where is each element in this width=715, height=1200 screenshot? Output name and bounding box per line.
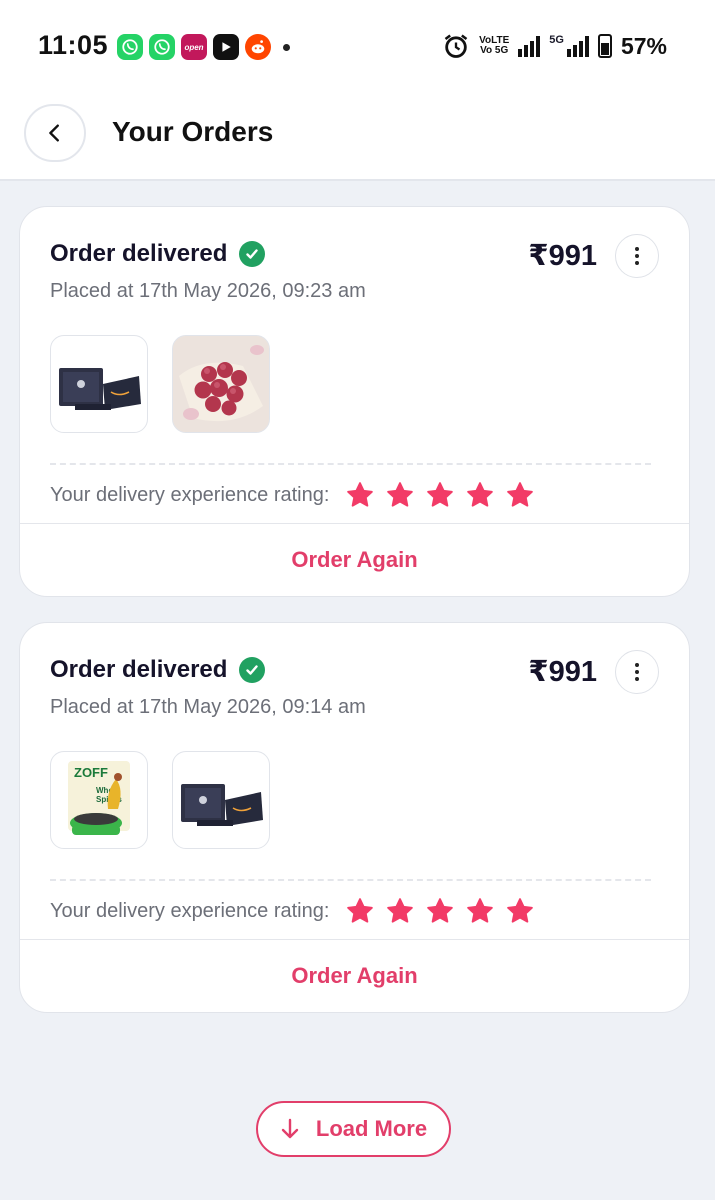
more-dot — [635, 677, 639, 681]
order-again-button[interactable]: Order Again — [20, 939, 689, 1012]
delivery-rating: Your delivery experience rating: — [50, 480, 535, 510]
more-options-button[interactable] — [615, 650, 659, 694]
status-time: 11:05 — [38, 30, 109, 60]
product-thumbnail-gift-card[interactable] — [172, 751, 270, 849]
order-card: Order delivered Placed at 17th May 2026,… — [19, 622, 690, 1013]
star-icon[interactable] — [505, 480, 535, 510]
alarm-icon — [444, 34, 468, 58]
star-icon[interactable] — [345, 896, 375, 926]
order-placed-date: Placed at 17th May 2026, 09:23 am — [50, 280, 366, 302]
status-bar: 11:05 open VoLTE Vo 5G 5G 57% — [0, 0, 715, 95]
more-dot — [635, 254, 639, 258]
more-dot — [635, 247, 639, 251]
star-icon[interactable] — [505, 896, 535, 926]
zoff-spices-pack-image: ZOFF Whole Spices — [68, 761, 130, 835]
divider — [50, 463, 651, 465]
product-thumbnail-gift-card[interactable] — [50, 335, 148, 433]
load-more-label: Load More — [315, 1116, 428, 1141]
star-icon[interactable] — [465, 480, 495, 510]
star-icon[interactable] — [385, 480, 415, 510]
rating-label: Your delivery experience rating: — [50, 899, 330, 922]
order-status: Order delivered — [50, 240, 266, 268]
page-title: Your Orders — [112, 116, 274, 147]
delivery-rating: Your delivery experience rating: — [50, 896, 535, 926]
back-button[interactable] — [24, 104, 86, 162]
rating-stars — [345, 480, 535, 510]
order-placed-date: Placed at 17th May 2026, 09:14 am — [50, 696, 366, 718]
system-icons: VoLTE Vo 5G 5G 57% — [442, 32, 667, 60]
more-notifications-dot — [283, 43, 290, 51]
order-items: ZOFF Whole Spices — [50, 751, 270, 849]
chevron-left-icon — [49, 124, 59, 142]
order-price: ₹991 — [528, 656, 597, 688]
order-card: Order delivered Placed at 17th May 2026,… — [19, 206, 690, 597]
verified-check-icon — [239, 241, 266, 267]
star-icon[interactable] — [425, 896, 455, 926]
more-dot — [635, 663, 639, 667]
order-status: Order delivered — [50, 656, 266, 684]
whatsapp-business-icon — [149, 34, 175, 60]
more-dot — [635, 261, 639, 265]
product-thumbnail-onions[interactable] — [172, 335, 270, 433]
order-again-button[interactable]: Order Again — [20, 523, 689, 596]
page-header: Your Orders — [0, 95, 715, 181]
star-icon[interactable] — [465, 896, 495, 926]
order-price: ₹991 — [528, 240, 597, 272]
more-dot — [635, 670, 639, 674]
open-app-icon: open — [181, 34, 207, 60]
battery-percent: 57% — [620, 32, 667, 59]
verified-check-icon — [239, 657, 266, 683]
order-items — [50, 335, 270, 433]
reddit-icon — [245, 34, 271, 60]
star-icon[interactable] — [385, 896, 415, 926]
youtube-icon — [213, 34, 239, 60]
product-thumbnail-zoff-spices[interactable]: ZOFF Whole Spices — [50, 751, 148, 849]
star-icon[interactable] — [345, 480, 375, 510]
load-more-button[interactable]: Load More — [256, 1101, 451, 1157]
divider — [50, 879, 651, 881]
gift-card-box-image — [59, 368, 141, 410]
zoff-brand: ZOFF — [74, 765, 108, 780]
rating-stars — [345, 896, 535, 926]
notification-icons: open — [117, 34, 290, 60]
signal-strength-icon — [518, 35, 541, 57]
rating-label: Your delivery experience rating: — [50, 483, 330, 506]
gift-card-box-image — [181, 784, 263, 826]
battery-icon — [597, 34, 612, 58]
volte-indicator: VoLTE Vo 5G — [479, 35, 510, 56]
onions-image — [173, 336, 269, 432]
star-icon[interactable] — [425, 480, 455, 510]
5g-signal-icon: 5G — [549, 35, 589, 57]
arrow-down-icon — [281, 1118, 299, 1139]
more-options-button[interactable] — [615, 234, 659, 278]
whatsapp-icon — [117, 34, 143, 60]
